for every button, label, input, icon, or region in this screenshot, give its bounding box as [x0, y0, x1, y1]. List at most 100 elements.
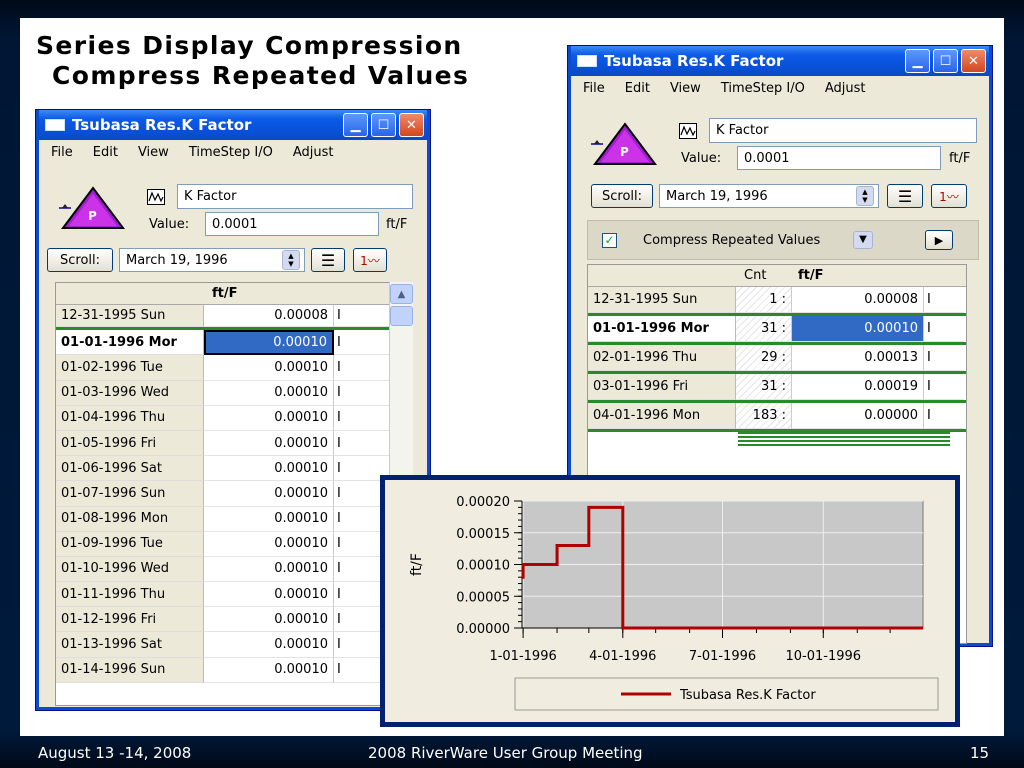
list-view-button[interactable]: ☰ [311, 248, 345, 272]
maximize-button[interactable]: ☐ [371, 113, 396, 137]
date-spinner[interactable]: ▲ ▼ [856, 186, 874, 206]
table-row[interactable]: 01-05-1996 Fri 0.00010 I [56, 430, 390, 457]
row-date: 01-09-1996 Tue [56, 531, 204, 557]
row-value[interactable]: 0.00010 [204, 531, 334, 557]
row-value[interactable]: 0.00008 [792, 287, 924, 313]
row-count: 29 : [736, 345, 792, 371]
table-row[interactable]: 01-09-1996 Tue 0.00010 I [56, 531, 390, 557]
right-menubar: File Edit View TimeStep I/O Adjust [571, 76, 989, 100]
table-row[interactable]: 03-01-1996 Fri 31 :0.00019 I [588, 374, 966, 403]
scroll-thumb[interactable] [390, 306, 413, 326]
menu-view[interactable]: View [138, 145, 169, 160]
table-row[interactable]: 01-07-1996 Sun 0.00010 I [56, 481, 390, 507]
row-count: 31 : [736, 316, 792, 342]
right-grid-header: Cnt ft/F [588, 265, 966, 287]
row-value[interactable]: 0.00019 [792, 374, 924, 400]
menu-file[interactable]: File [51, 145, 73, 160]
table-row[interactable]: 01-04-1996 Thu 0.00010 I [56, 405, 390, 431]
slot-name-field[interactable]: K Factor [709, 118, 977, 143]
right-window-titlebar[interactable]: Tsubasa Res.K Factor ▁ ☐ ✕ [571, 46, 989, 76]
list-view-button[interactable]: ☰ [887, 184, 923, 208]
date-spinner[interactable]: ▲ ▼ [282, 250, 300, 270]
play-button[interactable]: ▶ [925, 230, 953, 250]
row-value[interactable]: 0.00010 [204, 481, 334, 507]
row-value[interactable]: 0.00010 [204, 657, 334, 683]
row-value[interactable]: 0.00010 [204, 405, 334, 431]
table-row[interactable]: 01-01-1996 Mor 0.00010 I [56, 330, 390, 356]
table-row[interactable]: 01-03-1996 Wed 0.00010 I [56, 380, 390, 406]
row-value[interactable]: 0.00010 [204, 380, 334, 406]
menu-file[interactable]: File [583, 81, 605, 96]
menu-adjust[interactable]: Adjust [293, 145, 334, 160]
table-row[interactable]: 01-12-1996 Fri 0.00010 I [56, 607, 390, 633]
series-graph-icon [679, 122, 697, 139]
row-value[interactable]: 0.00010 [204, 556, 334, 583]
minimize-button[interactable]: ▁ [905, 49, 930, 73]
row-value[interactable]: 0.00013 [792, 345, 924, 371]
empty-row-filler [738, 432, 950, 446]
table-row[interactable]: 01-02-1996 Tue 0.00010 I [56, 355, 390, 381]
menu-timestep-io[interactable]: TimeStep I/O [721, 81, 805, 96]
y-tick-label: 0.00005 [456, 590, 510, 605]
scroll-button[interactable]: Scroll: [47, 248, 113, 272]
table-row[interactable]: 01-14-1996 Sun 0.00010 I [56, 657, 390, 683]
row-value[interactable]: 0.00010 [204, 430, 334, 457]
scroll-button[interactable]: Scroll: [591, 184, 653, 208]
menu-adjust[interactable]: Adjust [825, 81, 866, 96]
table-row[interactable]: 02-01-1996 Thu 29 :0.00013 I [588, 345, 966, 374]
x-tick-label: 7-01-1996 [689, 649, 756, 664]
row-value[interactable]: 0.00010 [204, 632, 334, 658]
row-flag: I [334, 405, 390, 431]
left-window-titlebar[interactable]: Tsubasa Res.K Factor ▁ ☐ ✕ [39, 110, 427, 140]
close-button[interactable]: ✕ [399, 113, 424, 137]
menu-edit[interactable]: Edit [625, 81, 650, 96]
menu-timestep-io[interactable]: TimeStep I/O [189, 145, 273, 160]
minimize-button[interactable]: ▁ [343, 113, 368, 137]
column-header-units: ft/F [212, 286, 238, 301]
table-row[interactable]: 01-13-1996 Sat 0.00010 I [56, 632, 390, 658]
dropdown-button[interactable]: ▼ [853, 231, 873, 249]
table-row[interactable]: 01-08-1996 Mon 0.00010 I [56, 506, 390, 532]
table-row[interactable]: 04-01-1996 Mon 183 :0.00000 I [588, 403, 966, 432]
plot-button[interactable]: 1〰 [353, 248, 387, 272]
series-graph-icon [147, 188, 165, 205]
series-plot: 0.00020 0.00015 0.00010 0.00005 0.00000 1-01-… [409, 495, 939, 711]
row-value[interactable]: 0.00010 [204, 582, 334, 608]
value-input[interactable]: 0.0001 [737, 146, 941, 170]
maximize-button[interactable]: ☐ [933, 49, 958, 73]
table-row[interactable]: 01-11-1996 Thu 0.00010 I [56, 582, 390, 608]
value-input[interactable]: 0.0001 [205, 212, 379, 236]
table-row[interactable]: 12-31-1995 Sun 1 :0.00008 I [588, 287, 966, 316]
slide-title-line2: Compress Repeated Values [52, 61, 470, 90]
table-row[interactable]: 01-10-1996 Wed 0.00010 I [56, 556, 390, 583]
reservoir-object-icon: P [591, 122, 657, 165]
compress-checkbox[interactable]: ✓ [602, 232, 617, 248]
row-value[interactable]: 0.00008 [204, 305, 334, 328]
row-value[interactable]: 0.00010 [204, 330, 334, 356]
footer-meeting: 2008 RiverWare User Group Meeting [368, 744, 643, 762]
row-value[interactable]: 0.00010 [204, 355, 334, 381]
row-value[interactable]: 0.00010 [204, 506, 334, 532]
plot-button[interactable]: 1〰 [931, 184, 967, 208]
scroll-up-button[interactable]: ▲ [390, 284, 413, 304]
close-button[interactable]: ✕ [961, 49, 986, 73]
row-value[interactable]: 0.00010 [204, 607, 334, 633]
row-value[interactable]: 0.00010 [792, 316, 924, 342]
row-count: 31 : [736, 374, 792, 400]
row-flag: I [924, 316, 964, 342]
list-icon: ☰ [897, 186, 913, 206]
row-value[interactable]: 0.00000 [792, 403, 924, 429]
table-row[interactable]: 12-31-1995 Sun 0.00008 I [56, 305, 390, 331]
slot-name-field[interactable]: K Factor [177, 184, 413, 209]
maximize-icon: ☐ [377, 117, 390, 133]
footer-page-number: 15 [970, 744, 990, 762]
menu-edit[interactable]: Edit [93, 145, 118, 160]
scroll-date-field[interactable]: March 19, 1996 ▲ ▼ [119, 248, 305, 272]
table-row[interactable]: 01-06-1996 Sat 0.00010 I [56, 456, 390, 482]
scroll-date-field[interactable]: March 19, 1996 ▲ ▼ [659, 184, 879, 208]
menu-view[interactable]: View [670, 81, 701, 96]
row-value[interactable]: 0.00010 [204, 456, 334, 482]
table-row[interactable]: 01-01-1996 Mor 31 :0.00010 I [588, 316, 966, 345]
compress-dropdown[interactable]: Compress Repeated Values ▼ [637, 228, 873, 252]
slide-title: Series Display Compression Compress Repe… [36, 31, 576, 91]
